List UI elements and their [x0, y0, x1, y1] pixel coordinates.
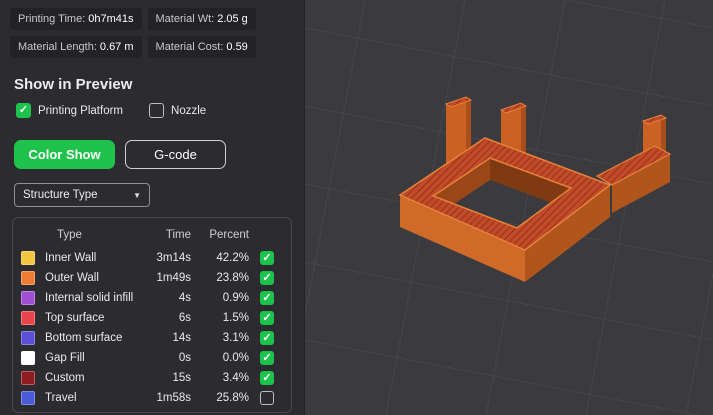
check-icon: ✓ — [262, 251, 272, 264]
table-header: Type Time Percent — [21, 224, 283, 246]
row-percent: 3.1% — [222, 332, 249, 344]
structure-table: Type Time Percent Inner Wall 3m14s 42.2%… — [12, 217, 292, 413]
row-time: 3m14s — [156, 252, 191, 264]
header-type: Type — [57, 229, 82, 241]
color-swatch — [21, 311, 35, 325]
gcode-button[interactable]: G-code — [125, 140, 226, 169]
checkbox-printing-platform[interactable]: ✓ Printing Platform — [16, 103, 123, 118]
table-row: Top surface 6s 1.5% ✓ — [21, 308, 283, 328]
checkbox[interactable]: ✓ — [149, 103, 165, 118]
color-swatch — [21, 251, 35, 265]
checkbox[interactable]: ✓ — [16, 103, 31, 118]
row-checkbox[interactable]: ✓ — [260, 331, 274, 345]
structure-type-select[interactable]: Structure Type ▼ — [14, 183, 150, 207]
row-checkbox[interactable]: ✓ — [260, 311, 274, 325]
row-time: 4s — [178, 292, 191, 304]
view-mode-buttons: Color Show G-code — [0, 140, 304, 169]
row-checkbox[interactable]: ✓ — [260, 371, 274, 385]
row-time: 1m49s — [156, 272, 191, 284]
color-show-button[interactable]: Color Show — [14, 140, 115, 169]
select-value: Structure Type — [23, 189, 98, 201]
row-type-label: Internal solid infill — [45, 292, 134, 304]
color-swatch — [21, 271, 35, 285]
stat-value: 2.05 g — [217, 13, 248, 25]
color-swatch — [21, 331, 35, 345]
3d-canvas[interactable] — [305, 0, 713, 415]
row-time: 1m58s — [156, 392, 191, 404]
check-icon: ✓ — [262, 371, 272, 384]
row-percent: 1.5% — [222, 312, 249, 324]
color-swatch — [21, 351, 35, 365]
table-row: Inner Wall 3m14s 42.2% ✓ — [21, 248, 283, 268]
check-icon: ✓ — [262, 351, 272, 364]
table-row: Bottom surface 14s 3.1% ✓ — [21, 328, 283, 348]
print-stats: Printing Time: 0h7m41s Material Wt: 2.05 g… — [0, 0, 304, 62]
row-checkbox[interactable]: ✓ — [260, 271, 274, 285]
table-row: Internal solid infill 4s 0.9% ✓ — [21, 288, 283, 308]
stat-label: Material Length: — [18, 41, 97, 53]
stat-label: Material Wt: — [155, 13, 215, 25]
row-type-label: Gap Fill — [45, 352, 85, 364]
stat-value: 0.59 — [226, 41, 248, 53]
table-row: Gap Fill 0s 0.0% ✓ — [21, 348, 283, 368]
viewport-3d[interactable] — [305, 0, 713, 415]
row-checkbox[interactable]: ✓ — [260, 291, 274, 305]
row-time: 14s — [172, 332, 191, 344]
stat-value: 0h7m41s — [88, 13, 134, 25]
chevron-down-icon: ▼ — [133, 190, 141, 200]
stat-label: Material Cost: — [155, 41, 224, 53]
check-icon: ✓ — [18, 104, 29, 116]
checkbox-label: Printing Platform — [38, 104, 124, 117]
check-icon: ✓ — [262, 331, 272, 344]
row-checkbox[interactable]: ✓ — [260, 351, 274, 365]
row-time: 15s — [172, 372, 191, 384]
color-swatch — [21, 371, 35, 385]
stat-material-cost: Material Cost: 0.59 — [147, 36, 256, 58]
row-type-label: Top surface — [45, 312, 105, 324]
check-icon: ✓ — [262, 291, 272, 304]
section-title-show-in-preview: Show in Preview — [14, 76, 133, 93]
header-time: Time — [165, 229, 191, 241]
table-row: Outer Wall 1m49s 23.8% ✓ — [21, 268, 283, 288]
table-row: Custom 15s 3.4% ✓ — [21, 368, 283, 388]
row-type-label: Bottom surface — [45, 332, 123, 344]
row-time: 6s — [178, 312, 191, 324]
check-icon: ✓ — [262, 311, 272, 324]
stat-printing-time: Printing Time: 0h7m41s — [10, 8, 142, 30]
row-percent: 23.8% — [216, 272, 249, 284]
checkbox-label: Nozzle — [171, 104, 207, 117]
row-percent: 0.0% — [222, 352, 249, 364]
row-type-label: Inner Wall — [45, 252, 97, 264]
color-swatch — [21, 391, 35, 405]
row-time: 0s — [178, 352, 191, 364]
stat-material-length: Material Length: 0.67 m — [10, 36, 142, 58]
checkbox-nozzle[interactable]: ✓ Nozzle — [149, 103, 206, 118]
row-percent: 3.4% — [222, 372, 249, 384]
row-percent: 0.9% — [222, 292, 249, 304]
preview-sidebar: Printing Time: 0h7m41s Material Wt: 2.05 g… — [0, 0, 305, 415]
color-swatch — [21, 291, 35, 305]
build-plate-background — [305, 0, 713, 415]
row-type-label: Travel — [45, 392, 77, 404]
row-percent: 25.8% — [216, 392, 249, 404]
table-row: Travel 1m58s 25.8% ✓ — [21, 388, 283, 408]
row-checkbox[interactable]: ✓ — [260, 251, 274, 265]
preview-options: ✓ Printing Platform ✓ Nozzle — [0, 103, 304, 118]
stat-label: Printing Time: — [18, 13, 86, 25]
row-percent: 42.2% — [216, 252, 249, 264]
header-percent: Percent — [209, 229, 249, 241]
check-icon: ✓ — [262, 271, 272, 284]
row-checkbox[interactable]: ✓ — [260, 391, 274, 405]
row-type-label: Custom — [45, 372, 85, 384]
row-type-label: Outer Wall — [45, 272, 99, 284]
stat-value: 0.67 m — [99, 41, 134, 53]
stat-material-weight: Material Wt: 2.05 g — [147, 8, 256, 30]
